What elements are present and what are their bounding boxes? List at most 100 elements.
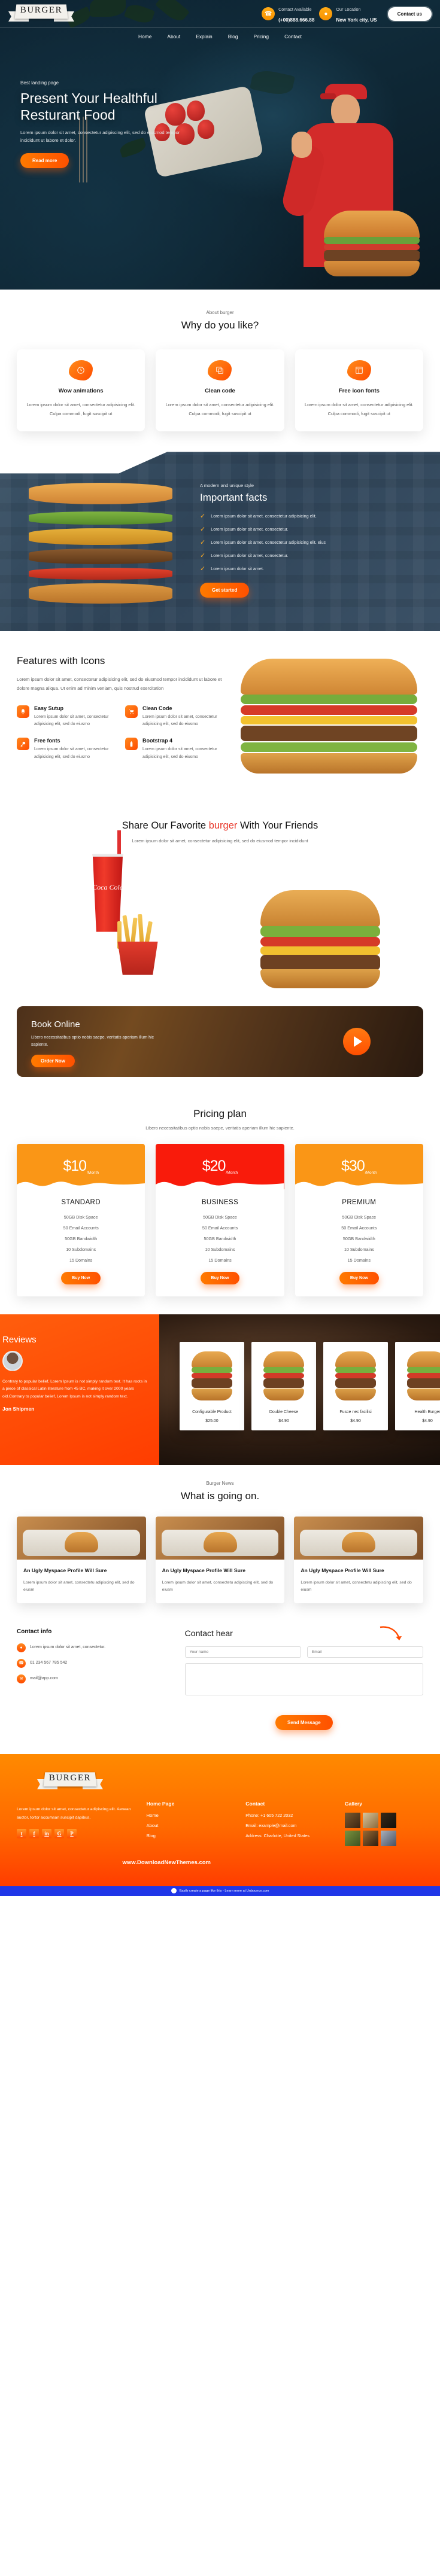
book-online-section: Book Online Libero necessitatibus optio … [0,1001,440,1095]
plan-price-header: $20 /Month [156,1143,284,1190]
buy-now-button[interactable]: Buy Now [200,1271,240,1284]
fact-text: Lorem ipsum dolor sit amet. [211,566,264,572]
contact-address-row: ● Lorem ipsum dolor sit amet, consectetu… [17,1643,169,1652]
footer-nav-blog[interactable]: Blog [147,1833,234,1838]
googleplus-icon[interactable]: G [54,1829,64,1839]
gallery-thumb[interactable] [362,1830,378,1846]
pricing-plan-business[interactable]: $20 /Month BUSINESS 50GB Disk Space 50 E… [156,1143,284,1296]
why-eyebrow: About burger [206,310,234,315]
footer-nav-about[interactable]: About [147,1823,234,1828]
plan-feature: 50GB Bandwidth [342,1235,375,1241]
feature-card-wow-animations[interactable]: Wow animations Lorem ipsum dolor sit ame… [17,349,145,432]
feature-item-clean-code: Clean Code Lorem ipsum dolor sit amet, c… [125,705,225,729]
hero-title-line1: Present Your Healthful [20,90,157,106]
plan-body: STANDARD 50GB Disk Space 50 Email Accoun… [17,1189,145,1296]
product-price: $4.90 [278,1418,289,1423]
reviews-section: Reviews Contrary to popular belief, Lore… [0,1314,440,1465]
pricing-plan-standard[interactable]: $10 /Month STANDARD 50GB Disk Space 50 E… [17,1143,145,1296]
drink-straw [117,830,121,857]
wave-divider [17,1181,145,1190]
product-card[interactable]: Double Cheese $4.90 [251,1341,316,1430]
why-cards: Wow animations Lorem ipsum dolor sit ame… [0,349,440,432]
buy-now-button[interactable]: Buy Now [339,1271,379,1284]
pinterest-icon[interactable]: P [67,1829,77,1839]
message-textarea[interactable] [184,1662,423,1695]
blog-section: Burger News What is going on. An Ugly My… [0,1465,440,1624]
order-now-button[interactable]: Order Now [31,1055,75,1068]
nav-item-home[interactable]: Home [138,34,151,39]
nav-item-blog[interactable]: Blog [228,34,238,39]
pricing-plan-premium[interactable]: $30 /Month PREMIUM 50GB Disk Space 50 Em… [295,1143,423,1296]
envelope-icon: ✉ [17,1674,26,1683]
features-section: Features with Icons Lorem ipsum dolor si… [0,631,440,802]
feature-card-clean-code[interactable]: Clean code Lorem ipsum dolor sit amet, c… [156,349,284,432]
pricing-section: Pricing plan Libero necessitatibus optio… [0,1095,440,1314]
gallery-thumb[interactable] [380,1812,396,1828]
plan-feature: 50 Email Accounts [202,1225,238,1231]
footer-logo[interactable]: BURGER [37,1770,103,1794]
contact-available-label: Contact Available [278,7,312,12]
send-message-button[interactable]: Send Message [275,1715,333,1730]
fries-image [102,914,174,975]
footer-contact-email: Email: example@mail.com [245,1822,297,1828]
nav-item-contact[interactable]: Contact [284,34,302,39]
reviews-title: Reviews [2,1334,37,1345]
share-title-accent: burger [208,820,238,832]
footer-nav-home[interactable]: Home [147,1813,234,1818]
check-icon: ✓ [200,513,206,520]
header-location-block: ● Our Location New York city, US [319,3,377,25]
get-started-button[interactable]: Get started [200,583,250,598]
blog-card[interactable]: An Ugly Myspace Profile Will Sure Lorem … [155,1516,285,1603]
linkedin-icon[interactable]: in [42,1829,51,1839]
plan-name: PREMIUM [342,1198,377,1206]
blog-image [155,1516,285,1560]
blog-card[interactable]: An Ugly Myspace Profile Will Sure Lorem … [17,1516,146,1603]
card-text: Lorem ipsum dolor sit amet, consectetur … [26,402,135,417]
feature-card-free-icon-fonts[interactable]: Free icon fonts Lorem ipsum dolor sit am… [295,349,423,432]
features-content: Features with Icons Lorem ipsum dolor si… [17,655,225,761]
facebook-icon[interactable]: f [29,1829,39,1839]
card-title: Free icon fonts [338,388,380,394]
feature-item-text: Lorem ipsum dolor sit amet, consectetur … [142,714,217,727]
nav-item-about[interactable]: About [167,34,180,39]
share-title-post: With Your Friends [237,820,318,832]
product-card[interactable]: Fusce nec facilisi $4.90 [323,1341,388,1430]
twitter-icon[interactable]: t [17,1829,26,1839]
share-subtitle: Lorem ipsum dolor sit amet, consectetur … [132,838,308,844]
plan-price: $10 [63,1158,87,1175]
card-title: Wow animations [58,388,104,394]
contact-us-button[interactable]: Contact us [387,7,432,21]
footer-contact-column: Contact Phone: +1 605 722 2032 Email: ex… [245,1801,333,1846]
play-icon[interactable] [343,1027,371,1055]
blog-card[interactable]: An Ugly Myspace Profile Will Sure Lorem … [294,1516,424,1603]
email-input[interactable] [307,1646,424,1658]
why-section: About burger Why do you like? Wow animat… [0,290,440,452]
product-card[interactable]: Configurable Product $25.00 [180,1341,244,1430]
location-value: New York city, US [336,17,377,23]
plan-name: STANDARD [61,1198,101,1206]
footer-nav-title: Home Page [146,1800,175,1807]
hero-read-more-button[interactable]: Read more [20,153,69,168]
footer-site-url[interactable]: www.DownloadNewThemes.com [123,1859,423,1866]
name-input[interactable] [184,1646,301,1658]
gallery-thumb[interactable] [344,1812,360,1828]
nav-item-explain[interactable]: Explain [196,34,212,39]
feature-item-free-fonts: Free fonts Lorem ipsum dolor sit amet, c… [17,738,117,761]
nav-item-pricing[interactable]: Pricing [253,34,269,39]
buy-now-button[interactable]: Buy Now [61,1271,101,1284]
contact-info-title: Contact info [17,1628,52,1635]
footer-gallery-column: Gallery [344,1801,423,1846]
product-card[interactable]: Health Burger $4.90 [395,1341,440,1430]
plan-feature: 50GB Bandwidth [204,1235,236,1241]
header-phone-block: ☎ Contact Available (+00)888.666.88 [262,3,314,25]
gallery-thumb[interactable] [344,1830,360,1846]
main-navigation: Home About Explain Blog Pricing Contact [0,28,440,45]
map-pin-icon: ● [319,7,333,20]
feature-item-title: Clean Code [142,705,172,711]
product-name: Fusce nec facilisi [339,1409,372,1414]
gallery-thumb[interactable] [380,1830,396,1846]
gallery-thumb[interactable] [362,1812,378,1828]
unbounce-bar[interactable]: Easily create a page like this - Learn m… [0,1886,440,1896]
contact-address: Lorem ipsum dolor sit amet, consectetur. [30,1645,106,1650]
logo[interactable]: BURGER [8,2,74,26]
